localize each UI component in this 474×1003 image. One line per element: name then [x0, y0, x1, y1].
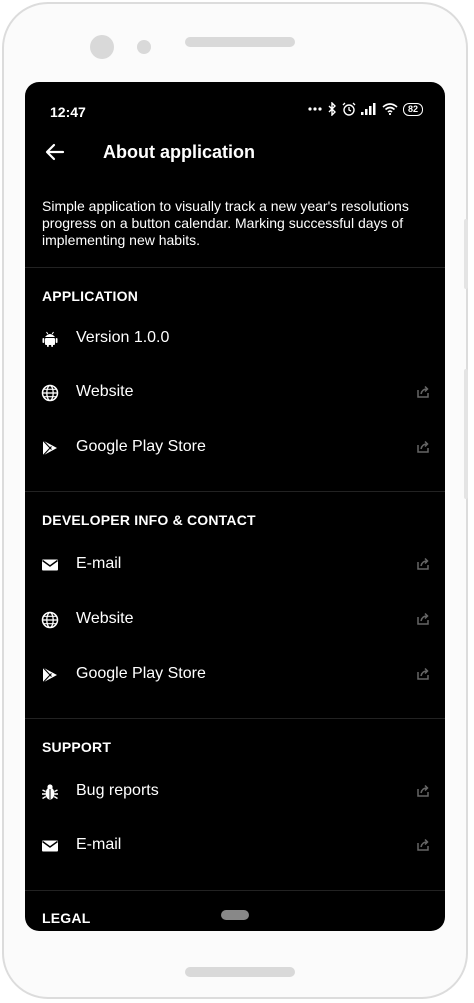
- open-external-icon: [417, 557, 429, 570]
- list-item-label: E-mail: [76, 555, 122, 572]
- mail-icon: [42, 559, 58, 571]
- globe-icon: [41, 384, 59, 402]
- mail-icon: [42, 840, 58, 852]
- list-item-bug-reports[interactable]: Bug reports: [25, 765, 445, 819]
- list-item-label: Version 1.0.0: [76, 329, 170, 346]
- earpiece-speaker: [185, 37, 295, 47]
- play-store-icon: [42, 440, 57, 456]
- bluetooth-icon: [328, 102, 336, 116]
- section-title-developer: DEVELOPER INFO & CONTACT: [42, 512, 256, 528]
- list-item-support-email[interactable]: E-mail: [25, 819, 445, 873]
- back-arrow-icon[interactable]: [43, 140, 67, 164]
- home-gesture-pill[interactable]: [221, 910, 249, 920]
- divider: [25, 267, 445, 268]
- power-button: [464, 369, 468, 499]
- open-external-icon: [417, 667, 429, 680]
- list-item-dev-google-play[interactable]: Google Play Store: [25, 648, 445, 702]
- list-item-version[interactable]: Version 1.0.0: [25, 312, 445, 366]
- status-icons: 82: [308, 102, 423, 116]
- app-bar: About application: [25, 134, 445, 170]
- bottom-grille: [185, 967, 295, 977]
- android-icon: [42, 331, 58, 347]
- app-description: Simple application to visually track a n…: [42, 198, 409, 248]
- page-title: About application: [103, 142, 255, 162]
- play-store-icon: [42, 667, 57, 683]
- open-external-icon: [417, 440, 429, 453]
- open-external-icon: [417, 838, 429, 851]
- wifi-icon: [382, 103, 398, 115]
- open-external-icon: [417, 784, 429, 797]
- screen: 12:47 82 About application Simple applic…: [25, 82, 445, 931]
- status-bar: 12:47 82: [25, 82, 445, 140]
- divider: [25, 718, 445, 719]
- list-item-dev-email[interactable]: E-mail: [25, 538, 445, 592]
- status-time: 12:47: [50, 104, 86, 120]
- bug-icon: [42, 784, 58, 800]
- more-dots-icon: [308, 107, 322, 111]
- globe-icon: [41, 611, 59, 629]
- divider: [25, 491, 445, 492]
- battery-indicator: 82: [402, 102, 423, 116]
- volume-button: [464, 219, 468, 289]
- front-camera: [90, 35, 114, 59]
- section-title-legal: LEGAL: [42, 910, 91, 926]
- open-external-icon: [417, 612, 429, 625]
- open-external-icon: [417, 385, 429, 398]
- alarm-icon: [342, 102, 356, 116]
- divider: [25, 890, 445, 891]
- section-title-application: APPLICATION: [42, 288, 139, 304]
- signal-icon: [360, 103, 376, 115]
- list-item-label: Google Play Store: [76, 665, 206, 682]
- list-item-label: E-mail: [76, 836, 122, 853]
- list-item-google-play[interactable]: Google Play Store: [25, 421, 445, 475]
- section-title-support: SUPPORT: [42, 739, 112, 755]
- list-item-label: Website: [76, 610, 134, 627]
- list-item-label: Bug reports: [76, 782, 159, 799]
- list-item-dev-website[interactable]: Website: [25, 593, 445, 647]
- proximity-sensor: [137, 40, 151, 54]
- list-item-website[interactable]: Website: [25, 366, 445, 420]
- list-item-label: Google Play Store: [76, 438, 206, 455]
- list-item-label: Website: [76, 383, 134, 400]
